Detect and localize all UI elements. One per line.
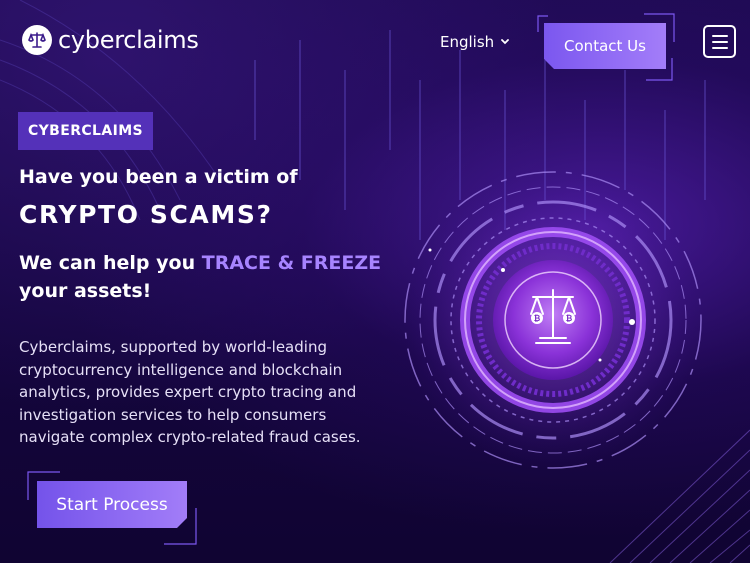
language-label: English [440,33,495,51]
hamburger-menu-icon[interactable] [703,25,736,58]
hero-headline: CRYPTO SCAMS? [19,200,273,229]
hero-help-text: We can help you TRACE & FREEZE your asse… [19,249,399,305]
help-prefix: We can help you [19,252,202,274]
svg-text:₿: ₿ [566,314,573,323]
contact-button-frame: Contact Us [534,12,676,82]
chevron-down-icon [501,39,510,45]
page: ₿ ₿ cyberclaims English Contact Us CYBER… [0,0,750,563]
language-selector[interactable]: English [440,33,510,51]
help-suffix: your assets! [19,280,152,302]
hero-description: Cyberclaims, supported by world-leading … [19,338,361,446]
help-highlight: TRACE & FREEZE [201,252,382,274]
hero-question: Have you been a victim of [19,166,298,188]
scales-of-justice-icon [22,25,52,55]
hero-badge: CYBERCLAIMS [18,112,153,150]
start-button-frame: Start Process [26,470,198,546]
contact-us-button[interactable]: Contact Us [544,23,666,69]
start-process-button[interactable]: Start Process [37,481,187,528]
svg-text:₿: ₿ [534,314,541,323]
brand-name: cyberclaims [58,26,199,54]
brand-logo[interactable]: cyberclaims [22,25,199,55]
